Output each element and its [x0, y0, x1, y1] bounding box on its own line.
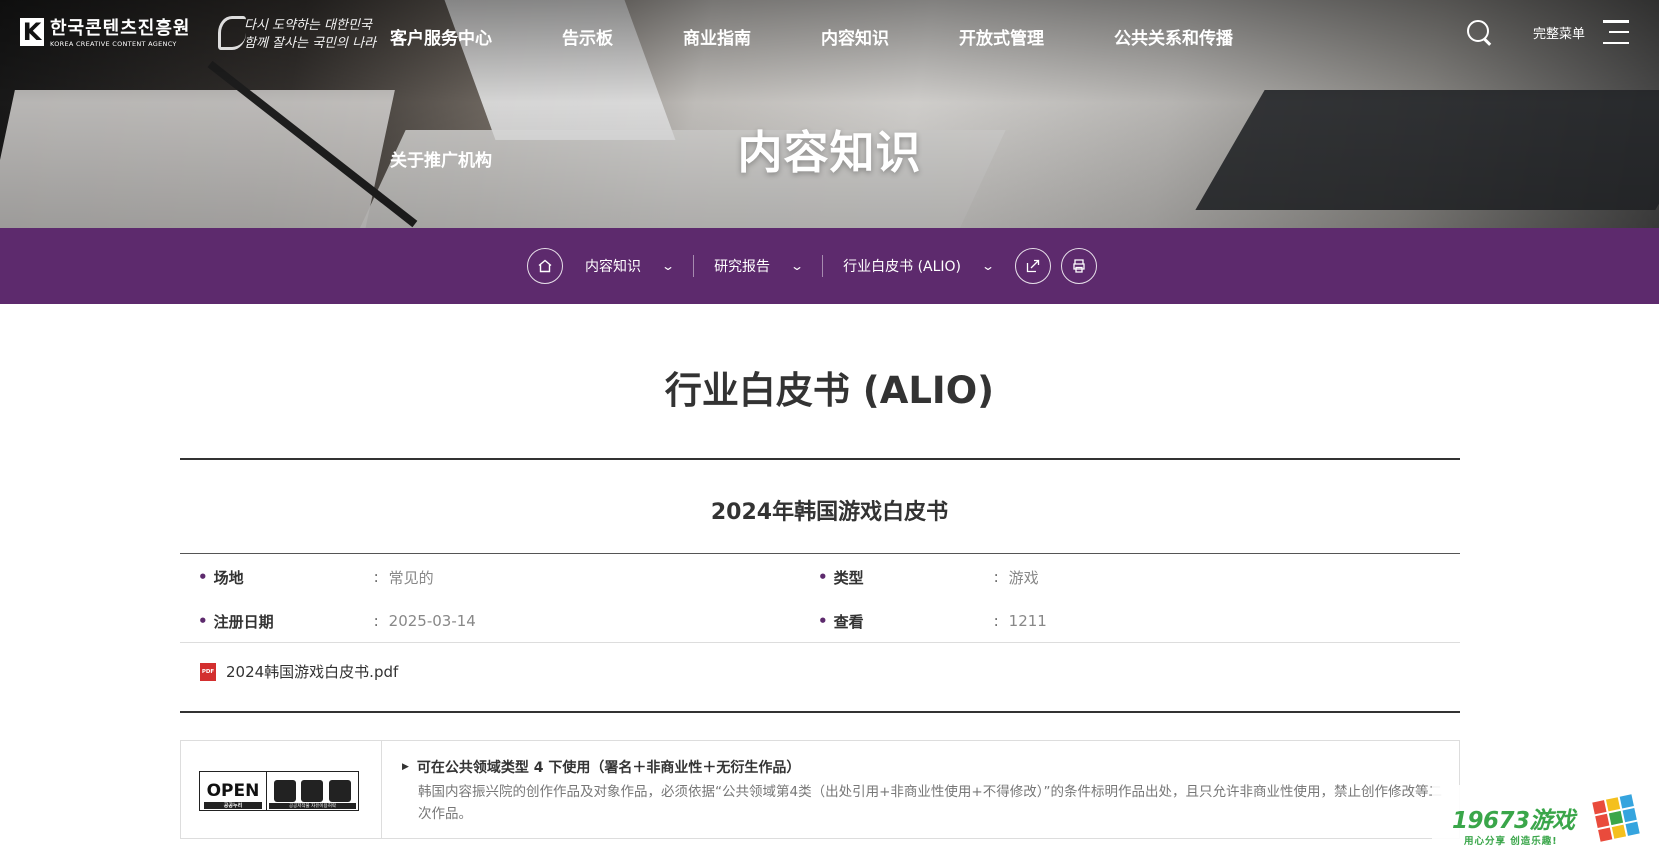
- non-commercial-icon: [301, 780, 324, 802]
- info-type: • 类型 : 游戏: [818, 568, 1039, 587]
- slogan-emblem-icon: [218, 16, 246, 50]
- chevron-down-icon: ⌄: [660, 259, 676, 273]
- global-nav: 客户服务中心 告示板 商业指南 内容知识 开放式管理 公共关系和传播: [390, 24, 1233, 49]
- info-place-label: 场地: [213, 568, 244, 587]
- breadcrumb-label: 行业白皮书 (ALIO): [843, 259, 962, 275]
- nav-content-knowledge[interactable]: 内容知识: [821, 24, 889, 49]
- nav-customer-service[interactable]: 客户服务中心: [390, 24, 492, 49]
- nav-open-management[interactable]: 开放式管理: [959, 24, 1044, 49]
- breadcrumb-divider: [822, 255, 824, 277]
- info-views-value: 1211: [1008, 612, 1047, 630]
- breadcrumb-content-knowledge[interactable]: 内容知识 ⌄: [585, 255, 676, 277]
- breadcrumb-divider: [693, 255, 695, 277]
- post-title: 2024年韩国游戏白皮书: [710, 500, 949, 525]
- attribution-icon: [273, 780, 296, 802]
- divider: [180, 553, 1460, 554]
- no-derivatives-icon: [329, 780, 352, 802]
- rubik-cube-icon: [1592, 794, 1640, 842]
- license-heading-text: 可在公共领域类型 4 下使用（署名＋非商业性＋无衍生作品）: [416, 760, 801, 776]
- divider: [180, 642, 1460, 643]
- slogan-line-1: 다시 도약하는 대한민국: [244, 18, 372, 33]
- search-icon[interactable]: [1465, 18, 1493, 46]
- license-badge-cell: OPEN 공공누리 공공저작물 자유이용허락: [181, 741, 382, 838]
- hero-banner: K 한국콘텐츠진흥원 KOREA CREATIVE CONTENT AGENCY…: [0, 0, 1659, 228]
- info-type-value: 游戏: [1008, 568, 1039, 587]
- divider: [180, 458, 1460, 460]
- breadcrumb-industry-whitepaper[interactable]: 行业白皮书 (ALIO) ⌄: [843, 255, 996, 277]
- divider: [180, 711, 1460, 713]
- kocca-logo-icon: K: [20, 18, 44, 46]
- page-title: 行业白皮书 (ALIO): [664, 369, 995, 412]
- open-logo-text: OPEN: [206, 781, 260, 801]
- watermark-subtext: 用心分享 创造乐趣!: [1464, 836, 1558, 847]
- license-box: OPEN 공공누리 공공저작물 자유이용허락 ▶ 可在公共领域类型 4 下使用（…: [180, 740, 1460, 839]
- license-icons-sub: 공공저작물 자유이용허락: [269, 803, 356, 809]
- home-icon[interactable]: [527, 248, 563, 284]
- hamburger-menu-icon[interactable]: [1603, 20, 1629, 44]
- info-place: • 场地 : 常见的: [198, 568, 434, 587]
- nav-public-relations[interactable]: 公共关系和传播: [1114, 24, 1233, 49]
- info-date-label: 注册日期: [213, 612, 274, 631]
- share-icon[interactable]: [1015, 248, 1052, 284]
- print-icon[interactable]: [1061, 248, 1098, 284]
- full-menu-label[interactable]: 完整菜单: [1533, 23, 1585, 42]
- government-slogan: 다시 도약하는 대한민국 함께 잘사는 국민의 나라: [218, 14, 376, 54]
- site-logo[interactable]: K 한국콘텐츠진흥원 KOREA CREATIVE CONTENT AGENCY: [20, 18, 190, 48]
- nav-business-guide[interactable]: 商业指南: [683, 24, 751, 49]
- license-heading: ▶ 可在公共领域类型 4 下使用（署名＋非商业性＋无衍生作品）: [402, 757, 1452, 777]
- open-logo: OPEN 공공누리: [200, 772, 266, 810]
- info-views-label: 查看: [833, 612, 864, 631]
- license-condition-icons: 공공저작물 자유이용허락: [266, 772, 358, 810]
- logo-english-text: KOREA CREATIVE CONTENT AGENCY: [50, 40, 177, 48]
- info-type-label: 类型: [833, 568, 864, 587]
- kogl-license-badge: OPEN 공공누리 공공저작물 자유이용허락: [199, 771, 359, 811]
- info-views: • 查看 : 1211: [818, 612, 1047, 631]
- chevron-down-icon: ⌄: [790, 259, 805, 273]
- info-date: • 注册日期 : 2025-03-14: [198, 612, 476, 631]
- site-watermark: 19673游戏 用心分享 创造乐趣!: [1432, 785, 1642, 851]
- hero-title: 内容知识: [737, 126, 922, 179]
- info-place-value: 常见的: [388, 568, 434, 587]
- watermark-text: 19673游戏: [1452, 808, 1575, 834]
- header-utilities: 完整菜单: [1465, 18, 1629, 46]
- nav-notice-board[interactable]: 告示板: [562, 24, 613, 49]
- breadcrumb-label: 研究报告: [714, 259, 771, 275]
- breadcrumb-research-report[interactable]: 研究报告 ⌄: [714, 255, 805, 277]
- slogan-line-2: 함께 잘사는 국민의 나라: [244, 36, 376, 51]
- pdf-file-icon: PDF: [200, 662, 216, 681]
- attachment-filename: 2024韩国游戏白皮书.pdf: [226, 663, 399, 681]
- triangle-right-icon: ▶: [402, 762, 409, 772]
- info-date-value: 2025-03-14: [388, 612, 476, 630]
- logo-korean-text: 한국콘텐츠진흥원: [50, 18, 191, 39]
- open-logo-sub: 공공누리: [204, 802, 262, 809]
- chevron-down-icon: ⌄: [981, 259, 996, 273]
- attachment-link[interactable]: PDF 2024韩国游戏白皮书.pdf: [200, 661, 398, 682]
- breadcrumb-label: 内容知识: [585, 259, 641, 275]
- license-description: 韩国内容振兴院的创作作品及对象作品，必须依据“公共领域第4类（出处引用+非商业性…: [418, 784, 1442, 822]
- location-bar: 内容知识 ⌄ 研究报告 ⌄ 行业白皮书 (ALIO) ⌄: [0, 228, 1659, 304]
